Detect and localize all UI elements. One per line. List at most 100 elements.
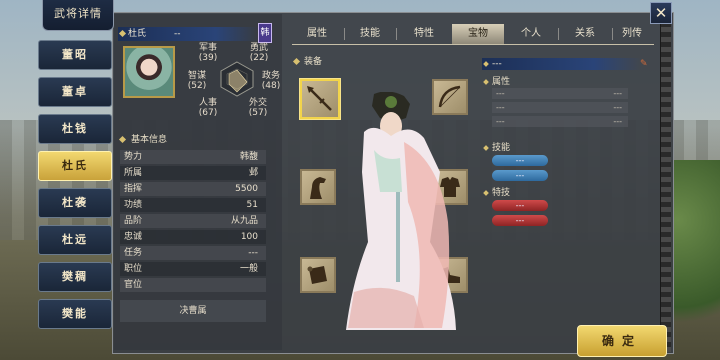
skill-pill[interactable]: ---	[492, 170, 548, 181]
tab-relations[interactable]: 关系	[560, 24, 610, 44]
general-name: 杜氏	[128, 29, 147, 39]
info-value: 5500	[235, 184, 258, 194]
side-tab-general[interactable]: 樊稠	[38, 262, 112, 292]
clan-badge: 韩	[258, 23, 272, 43]
general-portrait	[123, 46, 175, 98]
side-tab-general[interactable]: 董卓	[38, 77, 112, 107]
detail-tabs: 属性 技能 特性 宝物 个人 关系 列传	[292, 24, 652, 44]
tab-divider	[612, 28, 613, 40]
skill-pill[interactable]: ---	[492, 155, 548, 166]
stat-strategy: 智谋 (52)	[184, 71, 210, 91]
window-title: 武将详情	[42, 0, 114, 31]
spear-icon	[307, 86, 332, 111]
equip-slot-mount[interactable]	[300, 169, 336, 205]
attributes-title: 属性	[492, 77, 511, 87]
side-tab-general[interactable]: 杜钱	[38, 114, 112, 144]
info-key: 指挥	[124, 184, 143, 194]
attribute-name: ---	[496, 89, 505, 98]
side-tab-general[interactable]: 樊能	[38, 299, 112, 329]
horse-icon	[310, 177, 326, 199]
side-tab-general[interactable]: 董昭	[38, 40, 112, 70]
tab-skills[interactable]: 技能	[346, 24, 394, 44]
info-key: 势力	[124, 152, 143, 162]
info-value: 从九品	[230, 216, 258, 226]
attribute-value: ---	[613, 103, 622, 112]
info-row: 职位 一般	[120, 262, 266, 276]
diamond-bullet-icon	[483, 144, 489, 151]
attribute-row: --- ---	[492, 102, 628, 113]
info-row: 品阶 从九品	[120, 214, 266, 228]
tab-traits[interactable]: 特性	[398, 24, 450, 44]
diamond-bullet-icon	[483, 189, 489, 196]
stat-value: (39)	[198, 53, 218, 63]
attributes-heading: 属性	[483, 74, 511, 87]
tab-divider	[558, 28, 559, 40]
attribute-row: --- ---	[492, 88, 628, 99]
tab-attributes[interactable]: 属性	[292, 24, 342, 44]
attribute-value: ---	[613, 89, 622, 98]
stat-value: (52)	[187, 81, 207, 91]
info-row: 功绩 51	[120, 198, 266, 212]
info-key: 忠诚	[124, 232, 143, 242]
info-key: 官位	[124, 280, 143, 290]
info-key: 任务	[124, 248, 143, 258]
equip-slot-weapon[interactable]	[300, 79, 340, 119]
info-key: 品阶	[124, 216, 143, 226]
tab-treasures[interactable]: 宝物	[452, 24, 504, 44]
specials-title: 特技	[492, 188, 511, 198]
stat-value: (57)	[248, 108, 268, 118]
info-row: 指挥 5500	[120, 182, 266, 196]
info-value: 100	[240, 232, 258, 242]
tab-personal[interactable]: 个人	[506, 24, 556, 44]
info-key: 职位	[124, 264, 143, 274]
stat-diplomacy: 外交 (57)	[246, 98, 270, 118]
attribute-row: --- ---	[492, 116, 628, 127]
stat-label: 智谋	[187, 71, 206, 81]
tab-biography[interactable]: 列传	[614, 24, 650, 44]
stat-bravery: 勇武 (22)	[246, 43, 272, 63]
diamond-bullet-icon	[292, 57, 301, 66]
special-pill[interactable]: ---	[492, 215, 548, 226]
equip-slot-scroll[interactable]	[300, 257, 336, 293]
side-tab-general[interactable]: 杜袭	[38, 188, 112, 218]
info-value: 邺	[248, 168, 258, 178]
skills-title: 技能	[492, 143, 511, 153]
attribute-name: ---	[496, 103, 505, 112]
close-button[interactable]: ✕	[650, 2, 672, 24]
stat-label: 勇武	[249, 43, 268, 53]
stat-value: (67)	[198, 108, 218, 118]
general-name-suffix: --	[174, 29, 181, 39]
attribute-name: ---	[496, 117, 505, 126]
confirm-button[interactable]: 确定	[577, 325, 667, 357]
scroll-icon	[307, 266, 327, 284]
side-tab-general[interactable]: 杜远	[38, 225, 112, 255]
info-row: 官位	[120, 278, 266, 292]
specials-heading: 特技	[483, 185, 511, 198]
stat-label: 军事	[198, 43, 217, 53]
stat-label: 外交	[248, 98, 267, 108]
stat-radar-chart	[220, 61, 254, 97]
general-illustration	[346, 92, 456, 330]
special-pill[interactable]: ---	[492, 200, 548, 211]
info-row: 忠诚 100	[120, 230, 266, 244]
diamond-bullet-icon	[483, 78, 489, 85]
info-row: 所属 邺	[120, 166, 266, 180]
treasure-name: ---	[492, 59, 502, 69]
skills-heading: 技能	[483, 140, 511, 153]
general-list-sidebar: 董昭 董卓 杜钱 杜氏 杜袭 杜远 樊稠 樊能	[38, 30, 112, 355]
info-value: 一般	[239, 264, 258, 274]
info-row: 任务 ---	[120, 246, 266, 260]
scrollbar-rail[interactable]	[660, 22, 671, 352]
info-value: 韩馥	[239, 152, 258, 162]
treasure-detail-header: ---	[482, 58, 642, 70]
stat-label: 人事	[198, 98, 217, 108]
pencil-icon[interactable]: ✎	[640, 59, 650, 69]
tab-divider	[344, 28, 345, 40]
office-button[interactable]: 决曹属	[120, 300, 266, 322]
diamond-bullet-icon	[483, 61, 489, 67]
stat-personnel: 人事 (67)	[196, 98, 220, 118]
tab-divider	[396, 28, 397, 40]
info-key: 功绩	[124, 200, 143, 210]
general-name-bar: 杜氏	[118, 27, 258, 41]
side-tab-general-active[interactable]: 杜氏	[38, 151, 112, 181]
